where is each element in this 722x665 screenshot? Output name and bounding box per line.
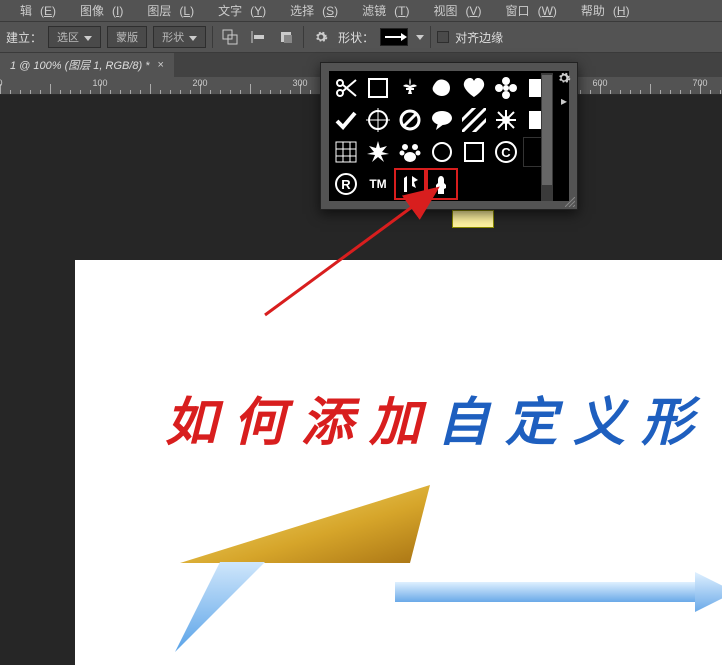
- menu-edit[interactable]: 辑(E): [4, 0, 64, 21]
- selection-button[interactable]: 选区: [48, 26, 101, 48]
- text-char: 形: [641, 380, 693, 455]
- shape-button[interactable]: 形状: [153, 26, 206, 48]
- menu-image[interactable]: 图像(I): [64, 0, 131, 21]
- gear-icon[interactable]: [310, 26, 332, 48]
- gear-icon[interactable]: [557, 71, 571, 88]
- menu-type[interactable]: 文字(Y): [202, 0, 274, 21]
- shape-no-symbol[interactable]: [395, 105, 425, 135]
- arrange-icon[interactable]: [275, 26, 297, 48]
- blue-triangle-shape: [175, 562, 265, 652]
- shape-fleur-de-lis[interactable]: [395, 73, 425, 103]
- shape-blob[interactable]: [427, 73, 457, 103]
- close-icon[interactable]: ×: [158, 59, 164, 71]
- menu-window[interactable]: 窗口(W): [490, 0, 565, 21]
- tab-title: 1 @ 100% (图层 1, RGB/8) *: [10, 57, 150, 73]
- document-tab[interactable]: 1 @ 100% (图层 1, RGB/8) * ×: [0, 53, 174, 77]
- align-edges-checkbox[interactable]: [437, 31, 449, 43]
- menu-select[interactable]: 选择(S): [274, 0, 346, 21]
- shape-flower[interactable]: [491, 73, 521, 103]
- chevron-down-icon[interactable]: [416, 35, 424, 40]
- shape-target[interactable]: [363, 105, 393, 135]
- align-edges-label: 对齐边缘: [455, 29, 503, 46]
- shape-dropdown-label: 形状：: [338, 29, 374, 46]
- text-char: 何: [233, 380, 285, 455]
- shape-scissors[interactable]: [331, 73, 361, 103]
- annotation-arrow: [260, 180, 450, 320]
- menu-layer[interactable]: 图层(L): [131, 0, 202, 21]
- blue-arrow-shape: [395, 572, 722, 612]
- chevron-down-icon: [189, 36, 197, 41]
- shape-paw[interactable]: [395, 137, 425, 167]
- canvas-text: 如 何 添 加 自 定 义 形: [165, 380, 693, 455]
- shape-speech-bubble[interactable]: [427, 105, 457, 135]
- shape-burst[interactable]: [491, 105, 521, 135]
- text-char: 定: [505, 380, 557, 455]
- shape-square-outline-2[interactable]: [459, 137, 489, 167]
- resize-handle[interactable]: [565, 197, 575, 207]
- svg-text:C: C: [501, 145, 511, 160]
- menu-filter[interactable]: 滤镜(T): [346, 0, 417, 21]
- text-char: 自: [437, 380, 489, 455]
- shape-checkmark[interactable]: [331, 105, 361, 135]
- flyout-menu-icon[interactable]: ▸: [561, 94, 567, 108]
- shape-heart[interactable]: [459, 73, 489, 103]
- chevron-down-icon: [84, 36, 92, 41]
- create-label: 建立：: [6, 29, 42, 46]
- scrollbar-thumb[interactable]: [542, 75, 552, 185]
- text-char: 义: [573, 380, 625, 455]
- arrow-icon: [385, 36, 403, 38]
- menu-view[interactable]: 视图(V): [418, 0, 490, 21]
- separator: [212, 26, 213, 48]
- menu-bar: 辑(E) 图像(I) 图层(L) 文字(Y) 选择(S) 滤镜(T) 视图(V)…: [0, 0, 722, 21]
- shape-starburst[interactable]: [363, 137, 393, 167]
- shape-diagonal-stripes[interactable]: [459, 105, 489, 135]
- shape-picker-scrollbar[interactable]: [541, 73, 553, 201]
- separator: [303, 26, 304, 48]
- options-bar: 建立： 选区 蒙版 形状 形状： 对齐边缘: [0, 21, 722, 53]
- shape-circle-outline[interactable]: [427, 137, 457, 167]
- path-combine-icon[interactable]: [219, 26, 241, 48]
- annotation-note: [452, 210, 494, 228]
- text-char: 加: [369, 380, 421, 455]
- text-char: 添: [301, 380, 353, 455]
- shape-preview[interactable]: [380, 28, 408, 46]
- separator: [430, 26, 431, 48]
- mask-button[interactable]: 蒙版: [107, 26, 147, 48]
- shape-copyright[interactable]: C: [491, 137, 521, 167]
- shape-grid[interactable]: [331, 137, 361, 167]
- text-char: 如: [165, 380, 217, 455]
- gold-triangle-shape: [180, 485, 430, 565]
- align-icon[interactable]: [247, 26, 269, 48]
- shape-square-outline[interactable]: [363, 73, 393, 103]
- canvas[interactable]: 如 何 添 加 自 定 义 形: [75, 260, 722, 665]
- menu-help[interactable]: 帮助(H): [565, 0, 638, 21]
